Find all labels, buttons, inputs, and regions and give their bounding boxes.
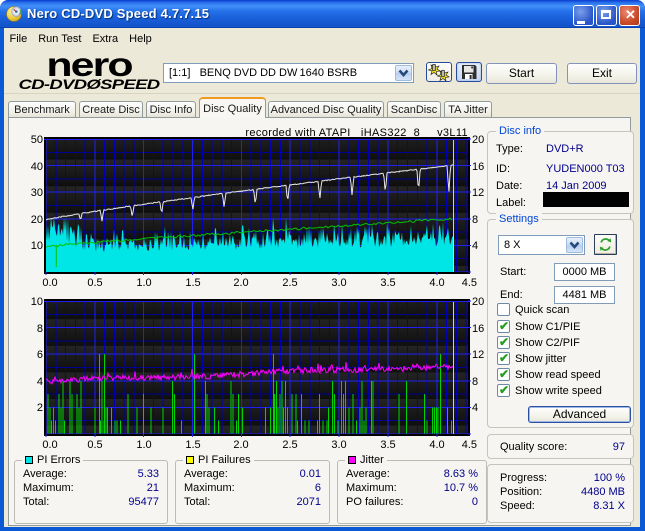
svg-text:20: 20 [472, 134, 484, 146]
svg-text:40: 40 [31, 161, 43, 173]
svg-text:2.5: 2.5 [282, 439, 297, 451]
svg-text:2.0: 2.0 [233, 277, 248, 289]
svg-text:4.0: 4.0 [429, 439, 444, 451]
svg-text:6: 6 [37, 349, 43, 361]
svg-text:10: 10 [31, 240, 43, 252]
svg-text:1.0: 1.0 [136, 439, 151, 451]
svg-text:16: 16 [472, 161, 484, 173]
svg-text:4: 4 [472, 240, 478, 252]
svg-text:3.0: 3.0 [331, 439, 346, 451]
svg-text:4.5: 4.5 [462, 277, 477, 289]
svg-text:1.5: 1.5 [185, 277, 200, 289]
svg-text:12: 12 [472, 349, 484, 361]
svg-text:16: 16 [472, 323, 484, 335]
svg-text:2: 2 [37, 402, 43, 414]
svg-text:0.0: 0.0 [42, 439, 57, 451]
svg-text:0.5: 0.5 [87, 439, 102, 451]
svg-text:10: 10 [31, 296, 43, 308]
svg-text:4.5: 4.5 [462, 439, 477, 451]
svg-text:2.5: 2.5 [282, 277, 297, 289]
svg-text:2.0: 2.0 [233, 439, 248, 451]
svg-text:8: 8 [472, 376, 478, 388]
svg-text:4: 4 [472, 402, 478, 414]
svg-text:3.0: 3.0 [331, 277, 346, 289]
svg-text:1.0: 1.0 [136, 277, 151, 289]
svg-text:30: 30 [31, 187, 43, 199]
svg-text:12: 12 [472, 187, 484, 199]
svg-text:20: 20 [472, 296, 484, 308]
svg-text:recorded with ATAPI iHAS322: recorded with ATAPI iHAS322 8 v3L11 [245, 127, 468, 139]
svg-text:4.0: 4.0 [429, 277, 444, 289]
svg-text:0.5: 0.5 [87, 277, 102, 289]
svg-text:3.5: 3.5 [380, 439, 395, 451]
svg-text:1.5: 1.5 [185, 439, 200, 451]
svg-text:3.5: 3.5 [380, 277, 395, 289]
svg-text:4: 4 [37, 376, 43, 388]
svg-text:8: 8 [472, 214, 478, 226]
svg-text:20: 20 [31, 214, 43, 226]
svg-text:50: 50 [31, 134, 43, 146]
svg-text:8: 8 [37, 323, 43, 335]
svg-text:0.0: 0.0 [42, 277, 57, 289]
